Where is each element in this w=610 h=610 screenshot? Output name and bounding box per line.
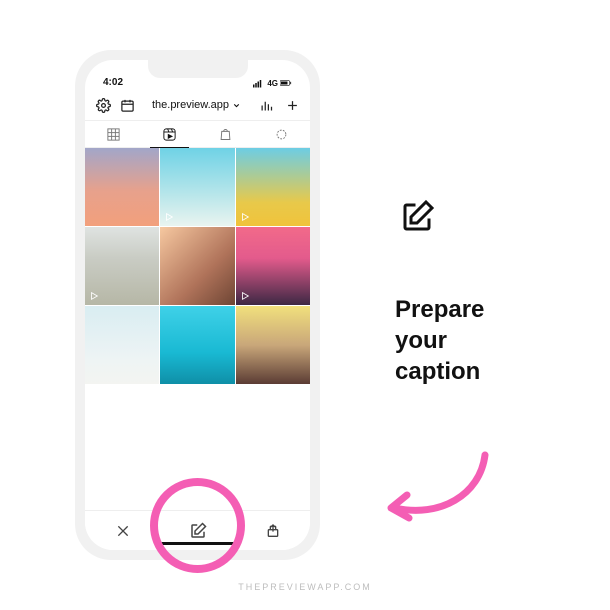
side-panel: Prepare your caption	[395, 195, 575, 388]
grid-cell[interactable]	[85, 306, 159, 384]
tab-loading[interactable]	[254, 121, 310, 147]
compose-button[interactable]	[189, 522, 207, 540]
tab-reels[interactable]	[141, 121, 197, 147]
account-switcher[interactable]: the.preview.app	[143, 99, 250, 111]
analytics-icon[interactable]	[258, 97, 274, 113]
tab-grid[interactable]	[85, 121, 141, 147]
signal-icon	[253, 78, 265, 88]
watermark: THEPREVIEWAPP.COM	[0, 582, 610, 592]
home-indicator	[158, 542, 238, 545]
share-button[interactable]	[264, 522, 282, 540]
feed-tabs	[85, 120, 310, 148]
phone-notch	[148, 60, 248, 78]
add-icon[interactable]	[284, 97, 300, 113]
close-button[interactable]	[114, 522, 132, 540]
compose-icon	[395, 195, 439, 239]
status-right: 4G	[253, 78, 292, 88]
grid-cell[interactable]	[85, 148, 159, 226]
status-network: 4G	[267, 79, 278, 88]
play-icon	[240, 212, 250, 222]
battery-icon	[280, 78, 292, 88]
settings-icon[interactable]	[95, 97, 111, 113]
play-icon	[164, 212, 174, 222]
chevron-down-icon	[232, 101, 241, 110]
account-name: the.preview.app	[152, 99, 229, 111]
status-time: 4:02	[103, 77, 123, 88]
play-icon	[240, 291, 250, 301]
grid-cell[interactable]	[236, 227, 310, 305]
headline-text: Prepare your caption	[395, 294, 575, 388]
calendar-icon[interactable]	[119, 97, 135, 113]
grid-cell[interactable]	[160, 227, 234, 305]
arrow-icon	[375, 440, 505, 530]
grid-cell[interactable]	[160, 306, 234, 384]
phone-mockup: 4:02 4G the.preview.app	[75, 50, 320, 560]
post-grid	[85, 148, 310, 510]
grid-cell[interactable]	[236, 148, 310, 226]
phone-screen: 4:02 4G the.preview.app	[85, 60, 310, 550]
play-icon	[89, 291, 99, 301]
tab-shop[interactable]	[198, 121, 254, 147]
grid-cell[interactable]	[85, 227, 159, 305]
app-header: the.preview.app	[85, 90, 310, 120]
grid-cell[interactable]	[160, 148, 234, 226]
grid-cell[interactable]	[236, 306, 310, 384]
